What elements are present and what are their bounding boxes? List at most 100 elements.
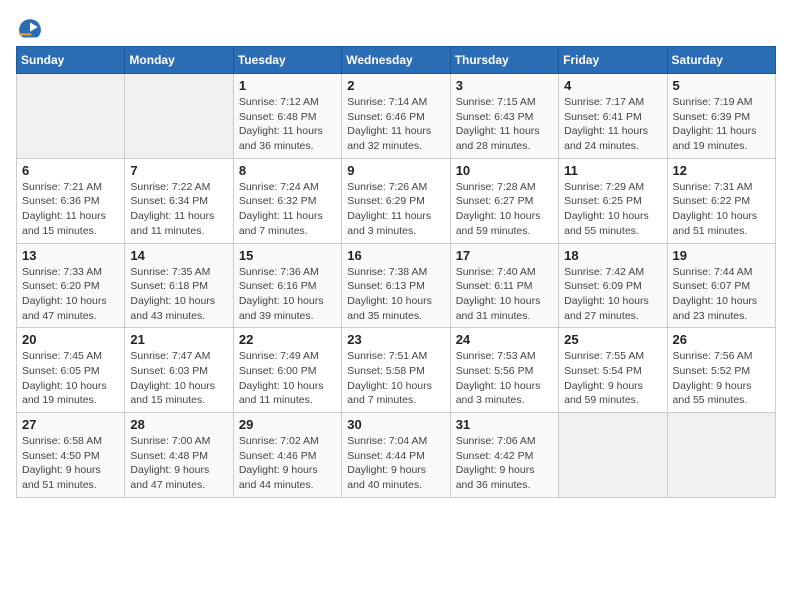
day-info: Sunrise: 7:22 AMSunset: 6:34 PMDaylight:…	[130, 180, 227, 239]
day-number: 16	[347, 248, 444, 263]
day-number: 6	[22, 163, 119, 178]
day-number: 23	[347, 332, 444, 347]
day-number: 24	[456, 332, 553, 347]
day-info: Sunrise: 7:33 AMSunset: 6:20 PMDaylight:…	[22, 265, 119, 324]
day-number: 28	[130, 417, 227, 432]
page-header	[16, 16, 776, 38]
day-info: Sunrise: 7:17 AMSunset: 6:41 PMDaylight:…	[564, 95, 661, 154]
day-cell: 16 Sunrise: 7:38 AMSunset: 6:13 PMDayligh…	[342, 243, 450, 328]
day-cell: 11 Sunrise: 7:29 AMSunset: 6:25 PMDayligh…	[559, 158, 667, 243]
day-cell: 17 Sunrise: 7:40 AMSunset: 6:11 PMDayligh…	[450, 243, 558, 328]
day-number: 26	[673, 332, 770, 347]
day-number: 29	[239, 417, 336, 432]
logo-icon	[16, 16, 44, 38]
day-header-saturday: Saturday	[667, 47, 775, 74]
day-cell: 1Sunrise: 7:12 AMSunset: 6:48 PMDaylight…	[233, 74, 341, 159]
day-info: Sunrise: 7:35 AMSunset: 6:18 PMDaylight:…	[130, 265, 227, 324]
day-info: Sunrise: 7:40 AMSunset: 6:11 PMDaylight:…	[456, 265, 553, 324]
day-number: 18	[564, 248, 661, 263]
day-info: Sunrise: 7:00 AMSunset: 4:48 PMDaylight:…	[130, 434, 227, 493]
day-cell: 13 Sunrise: 7:33 AMSunset: 6:20 PMDayligh…	[17, 243, 125, 328]
day-number: 11	[564, 163, 661, 178]
day-cell	[559, 413, 667, 498]
day-cell: 14 Sunrise: 7:35 AMSunset: 6:18 PMDayligh…	[125, 243, 233, 328]
day-info: Sunrise: 7:24 AMSunset: 6:32 PMDaylight:…	[239, 180, 336, 239]
day-number: 27	[22, 417, 119, 432]
day-info: Sunrise: 7:15 AMSunset: 6:43 PMDaylight:…	[456, 95, 553, 154]
day-info: Sunrise: 7:04 AMSunset: 4:44 PMDaylight:…	[347, 434, 444, 493]
day-header-monday: Monday	[125, 47, 233, 74]
day-number: 7	[130, 163, 227, 178]
day-header-row: SundayMondayTuesdayWednesdayThursdayFrid…	[17, 47, 776, 74]
day-header-friday: Friday	[559, 47, 667, 74]
day-cell: 26 Sunrise: 7:56 AMSunset: 5:52 PMDayligh…	[667, 328, 775, 413]
day-cell: 8 Sunrise: 7:24 AMSunset: 6:32 PMDaylight…	[233, 158, 341, 243]
day-cell	[125, 74, 233, 159]
day-cell: 3 Sunrise: 7:15 AMSunset: 6:43 PMDaylight…	[450, 74, 558, 159]
day-cell: 30 Sunrise: 7:04 AMSunset: 4:44 PMDayligh…	[342, 413, 450, 498]
day-info: Sunrise: 7:19 AMSunset: 6:39 PMDaylight:…	[673, 95, 770, 154]
day-number: 4	[564, 78, 661, 93]
day-cell: 28 Sunrise: 7:00 AMSunset: 4:48 PMDayligh…	[125, 413, 233, 498]
day-number: 20	[22, 332, 119, 347]
day-header-sunday: Sunday	[17, 47, 125, 74]
day-info: Sunrise: 7:56 AMSunset: 5:52 PMDaylight:…	[673, 349, 770, 408]
day-number: 10	[456, 163, 553, 178]
day-cell: 22Sunrise: 7:49 AMSunset: 6:00 PMDayligh…	[233, 328, 341, 413]
day-cell	[17, 74, 125, 159]
day-info: Sunrise: 7:47 AMSunset: 6:03 PMDaylight:…	[130, 349, 227, 408]
day-info: Sunrise: 6:58 AMSunset: 4:50 PMDaylight:…	[22, 434, 119, 493]
day-cell: 27 Sunrise: 6:58 AMSunset: 4:50 PMDayligh…	[17, 413, 125, 498]
day-info: Sunrise: 7:51 AMSunset: 5:58 PMDaylight:…	[347, 349, 444, 408]
week-row-4: 20Sunrise: 7:45 AMSunset: 6:05 PMDayligh…	[17, 328, 776, 413]
day-cell: 5 Sunrise: 7:19 AMSunset: 6:39 PMDaylight…	[667, 74, 775, 159]
day-cell: 9Sunrise: 7:26 AMSunset: 6:29 PMDaylight…	[342, 158, 450, 243]
day-number: 2	[347, 78, 444, 93]
week-row-1: 1Sunrise: 7:12 AMSunset: 6:48 PMDaylight…	[17, 74, 776, 159]
day-info: Sunrise: 7:44 AMSunset: 6:07 PMDaylight:…	[673, 265, 770, 324]
day-number: 17	[456, 248, 553, 263]
day-number: 31	[456, 417, 553, 432]
day-number: 8	[239, 163, 336, 178]
day-cell: 21 Sunrise: 7:47 AMSunset: 6:03 PMDayligh…	[125, 328, 233, 413]
day-cell: 31 Sunrise: 7:06 AMSunset: 4:42 PMDayligh…	[450, 413, 558, 498]
day-number: 1	[239, 78, 336, 93]
day-info: Sunrise: 7:28 AMSunset: 6:27 PMDaylight:…	[456, 180, 553, 239]
day-cell: 29 Sunrise: 7:02 AMSunset: 4:46 PMDayligh…	[233, 413, 341, 498]
day-info: Sunrise: 7:42 AMSunset: 6:09 PMDaylight:…	[564, 265, 661, 324]
day-cell: 4 Sunrise: 7:17 AMSunset: 6:41 PMDaylight…	[559, 74, 667, 159]
day-info: Sunrise: 7:31 AMSunset: 6:22 PMDaylight:…	[673, 180, 770, 239]
day-number: 19	[673, 248, 770, 263]
day-cell: 7 Sunrise: 7:22 AMSunset: 6:34 PMDaylight…	[125, 158, 233, 243]
day-header-thursday: Thursday	[450, 47, 558, 74]
day-cell: 2 Sunrise: 7:14 AMSunset: 6:46 PMDaylight…	[342, 74, 450, 159]
day-number: 13	[22, 248, 119, 263]
day-info: Sunrise: 7:36 AMSunset: 6:16 PMDaylight:…	[239, 265, 336, 324]
day-info: Sunrise: 7:14 AMSunset: 6:46 PMDaylight:…	[347, 95, 444, 154]
day-cell: 25Sunrise: 7:55 AMSunset: 5:54 PMDayligh…	[559, 328, 667, 413]
day-number: 14	[130, 248, 227, 263]
day-info: Sunrise: 7:29 AMSunset: 6:25 PMDaylight:…	[564, 180, 661, 239]
day-number: 21	[130, 332, 227, 347]
day-info: Sunrise: 7:38 AMSunset: 6:13 PMDaylight:…	[347, 265, 444, 324]
week-row-5: 27 Sunrise: 6:58 AMSunset: 4:50 PMDayligh…	[17, 413, 776, 498]
day-info: Sunrise: 7:55 AMSunset: 5:54 PMDaylight:…	[564, 349, 661, 408]
day-number: 5	[673, 78, 770, 93]
day-number: 30	[347, 417, 444, 432]
day-info: Sunrise: 7:53 AMSunset: 5:56 PMDaylight:…	[456, 349, 553, 408]
calendar-table: SundayMondayTuesdayWednesdayThursdayFrid…	[16, 46, 776, 498]
day-cell: 24 Sunrise: 7:53 AMSunset: 5:56 PMDayligh…	[450, 328, 558, 413]
day-cell: 12Sunrise: 7:31 AMSunset: 6:22 PMDayligh…	[667, 158, 775, 243]
day-cell: 23 Sunrise: 7:51 AMSunset: 5:58 PMDayligh…	[342, 328, 450, 413]
day-info: Sunrise: 7:26 AMSunset: 6:29 PMDaylight:…	[347, 180, 444, 239]
day-cell: 6 Sunrise: 7:21 AMSunset: 6:36 PMDaylight…	[17, 158, 125, 243]
day-header-tuesday: Tuesday	[233, 47, 341, 74]
day-cell	[667, 413, 775, 498]
day-info: Sunrise: 7:21 AMSunset: 6:36 PMDaylight:…	[22, 180, 119, 239]
day-number: 3	[456, 78, 553, 93]
day-info: Sunrise: 7:06 AMSunset: 4:42 PMDaylight:…	[456, 434, 553, 493]
day-cell: 20Sunrise: 7:45 AMSunset: 6:05 PMDayligh…	[17, 328, 125, 413]
week-row-2: 6 Sunrise: 7:21 AMSunset: 6:36 PMDaylight…	[17, 158, 776, 243]
day-info: Sunrise: 7:02 AMSunset: 4:46 PMDaylight:…	[239, 434, 336, 493]
day-cell: 10 Sunrise: 7:28 AMSunset: 6:27 PMDayligh…	[450, 158, 558, 243]
